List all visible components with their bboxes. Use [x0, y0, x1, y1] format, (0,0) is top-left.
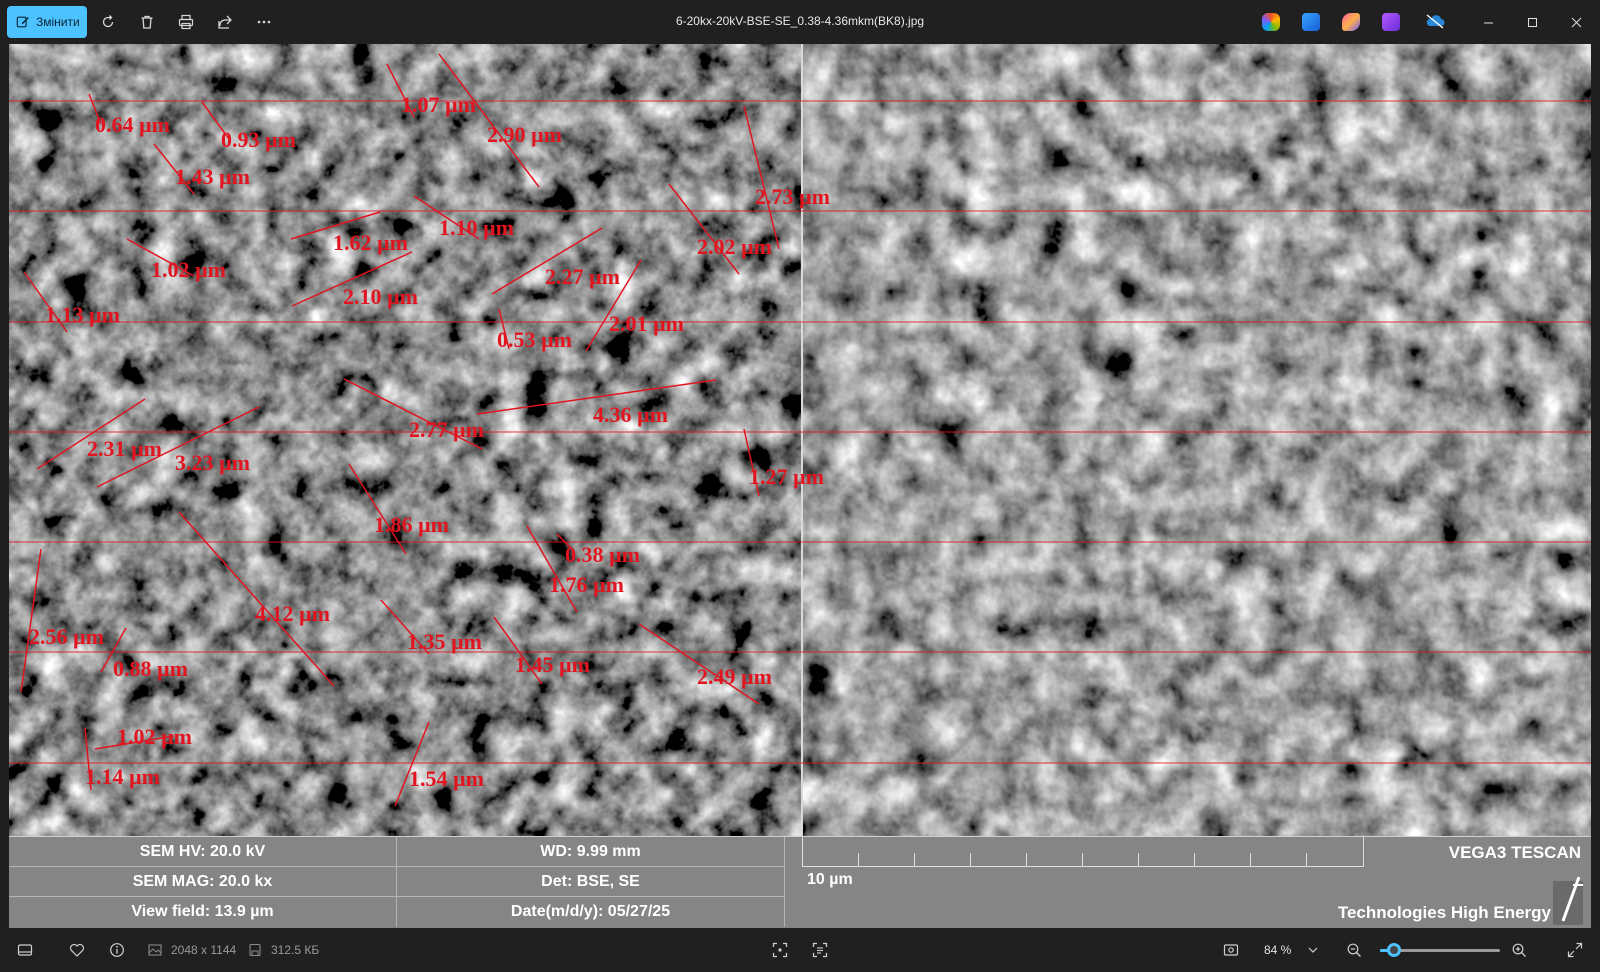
measurement-label: 1.02 µm — [117, 724, 192, 749]
sem-date: Date(m/d/y): 05/27/25 — [397, 897, 785, 927]
measurement-label: 2.27 µm — [545, 264, 620, 289]
onedrive-icon[interactable] — [1424, 13, 1446, 31]
measurement-label: 1.13 µm — [45, 302, 120, 327]
sem-view-field: View field: 13.9 µm — [9, 897, 397, 927]
scan-text-icon[interactable] — [811, 941, 829, 959]
info-icon[interactable] — [108, 941, 126, 959]
zoom-level-dropdown[interactable]: 84 % — [1250, 936, 1330, 964]
measurement-label: 1.86 µm — [374, 512, 449, 537]
scale-bar — [802, 837, 1364, 867]
sem-mag: SEM MAG: 20.0 kx — [9, 867, 397, 897]
fullscreen-icon[interactable] — [1566, 941, 1584, 959]
measurement-label: 1.45 µm — [515, 652, 590, 677]
edit-icon — [16, 16, 29, 28]
clipchamp-icon[interactable] — [1342, 13, 1360, 31]
share-icon[interactable] — [213, 10, 237, 34]
measurement-label: 1.35 µm — [407, 629, 482, 654]
measurement-label: 0.53 µm — [497, 327, 572, 352]
measurement-label: 0.88 µm — [113, 656, 188, 681]
designer-icon[interactable] — [1302, 13, 1320, 31]
measurement-overlay: 0.64 µm 0.93 µm 1.07 µm 2.90 µm 1.43 µm … — [9, 53, 1591, 807]
instrument-name: VEGA3 TESCAN — [1448, 843, 1581, 862]
edit-button[interactable]: Змінити — [7, 6, 87, 38]
edit-button-label: Змінити — [36, 15, 80, 29]
measurement-label: 2.73 µm — [755, 184, 830, 209]
measurement-label: 0.38 µm — [565, 542, 640, 567]
measurement-label: 2.49 µm — [697, 664, 772, 689]
rotate-icon[interactable] — [96, 10, 120, 34]
measurement-label: 1.14 µm — [85, 764, 160, 789]
file-size-icon — [246, 941, 264, 959]
scale-bar-label: 10 µm — [807, 871, 853, 888]
measurement-label: 2.01 µm — [609, 311, 684, 336]
fit-to-window-icon[interactable] — [771, 941, 789, 959]
sem-detector: Det: BSE, SE — [397, 867, 785, 897]
actual-size-icon[interactable] — [1222, 941, 1240, 959]
file-size: 312.5 КБ — [271, 943, 320, 957]
measurement-label: 2.77 µm — [409, 417, 484, 442]
measurement-label: 1.43 µm — [175, 164, 250, 189]
zoom-slider[interactable] — [1380, 943, 1500, 957]
measurement-label: 1.02 µm — [151, 257, 226, 282]
image-dimensions: 2048 x 1144 — [171, 943, 237, 957]
resolution-icon — [146, 941, 164, 959]
sem-image-viewer[interactable]: 0.64 µm 0.93 µm 1.07 µm 2.90 µm 1.43 µm … — [9, 44, 1591, 836]
zoom-slider-thumb[interactable] — [1387, 943, 1402, 957]
measurement-label: 0.64 µm — [95, 112, 170, 137]
title-bar: Змінити 6-20kx-20kV-BSE-SE_0.38-4.36mkm(… — [0, 0, 1600, 44]
measurement-label: 1.62 µm — [333, 230, 408, 255]
chevron-down-icon — [1308, 947, 1318, 953]
more-options-icon[interactable] — [252, 10, 276, 34]
measurement-label: 2.56 µm — [29, 624, 104, 649]
measurement-label: 2.31 µm — [87, 436, 162, 461]
measurement-labels: 0.64 µm 0.93 µm 1.07 µm 2.90 µm 1.43 µm … — [29, 92, 830, 791]
measurement-label: 4.36 µm — [593, 402, 668, 427]
tescan-logo-icon — [1553, 876, 1585, 925]
sem-wd: WD: 9.99 mm — [397, 837, 785, 867]
photos-app-window: Змінити 6-20kx-20kV-BSE-SE_0.38-4.36mkm(… — [0, 0, 1600, 972]
sem-hv: SEM HV: 20.0 kV — [9, 837, 397, 867]
measurement-label: 4.12 µm — [255, 601, 330, 626]
sem-info-panel: SEM HV: 20.0 kV WD: 9.99 mm SEM MAG: 20.… — [9, 836, 1591, 928]
measurement-label: 2.90 µm — [487, 122, 562, 147]
delete-icon[interactable] — [135, 10, 159, 34]
file-name-title: 6-20kx-20kV-BSE-SE_0.38-4.36mkm(BK8).jpg — [675, 14, 925, 28]
maximize-button[interactable] — [1518, 8, 1546, 36]
copilot-icon[interactable] — [1262, 13, 1280, 31]
measurement-label: 1.76 µm — [549, 572, 624, 597]
zoom-out-icon[interactable] — [1345, 941, 1363, 959]
measurement-label: 0.93 µm — [221, 127, 296, 152]
video-editor-icon[interactable] — [1382, 13, 1400, 31]
filmstrip-icon[interactable] — [16, 941, 34, 959]
measurement-segments — [20, 53, 780, 807]
measurement-label: 1.27 µm — [749, 464, 824, 489]
zoom-level-value: 84 % — [1264, 943, 1292, 957]
print-icon[interactable] — [174, 10, 198, 34]
favorite-heart-icon[interactable] — [68, 941, 86, 959]
measurement-label: 1.10 µm — [439, 215, 514, 240]
minimize-button[interactable] — [1474, 8, 1502, 36]
measurement-label: 1.54 µm — [409, 766, 484, 791]
measurement-label: 2.02 µm — [697, 234, 772, 259]
measurement-label: 1.07 µm — [401, 92, 476, 117]
organization-name: Technologies High Energy — [1337, 903, 1551, 922]
zoom-in-icon[interactable] — [1510, 941, 1528, 959]
measurement-label: 2.10 µm — [343, 284, 418, 309]
status-bar: 2048 x 1144 312.5 КБ 84 % — [0, 928, 1600, 972]
measurement-label: 3.23 µm — [175, 450, 250, 475]
close-button[interactable] — [1562, 8, 1590, 36]
